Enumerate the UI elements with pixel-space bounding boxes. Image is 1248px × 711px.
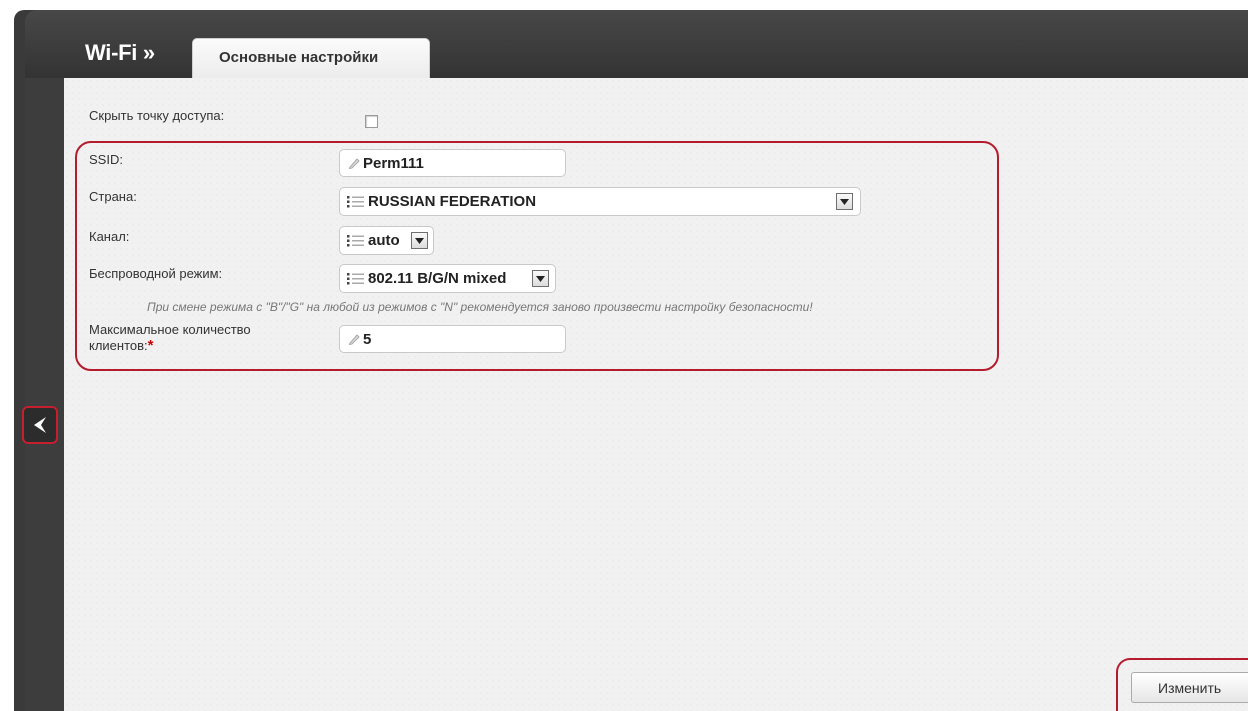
highlight-frame xyxy=(75,141,999,371)
chevron-left-icon xyxy=(34,417,46,433)
back-button[interactable] xyxy=(22,406,58,444)
hide-ap-checkbox[interactable] xyxy=(365,115,378,128)
tab-basic-settings[interactable]: Основные настройки xyxy=(192,38,430,78)
cropped-text-fragment xyxy=(520,0,620,5)
section-title: Wi-Fi » xyxy=(85,40,155,65)
change-button[interactable]: Изменить xyxy=(1131,672,1248,703)
hide-ap-label: Скрыть точку доступа: xyxy=(89,108,225,123)
